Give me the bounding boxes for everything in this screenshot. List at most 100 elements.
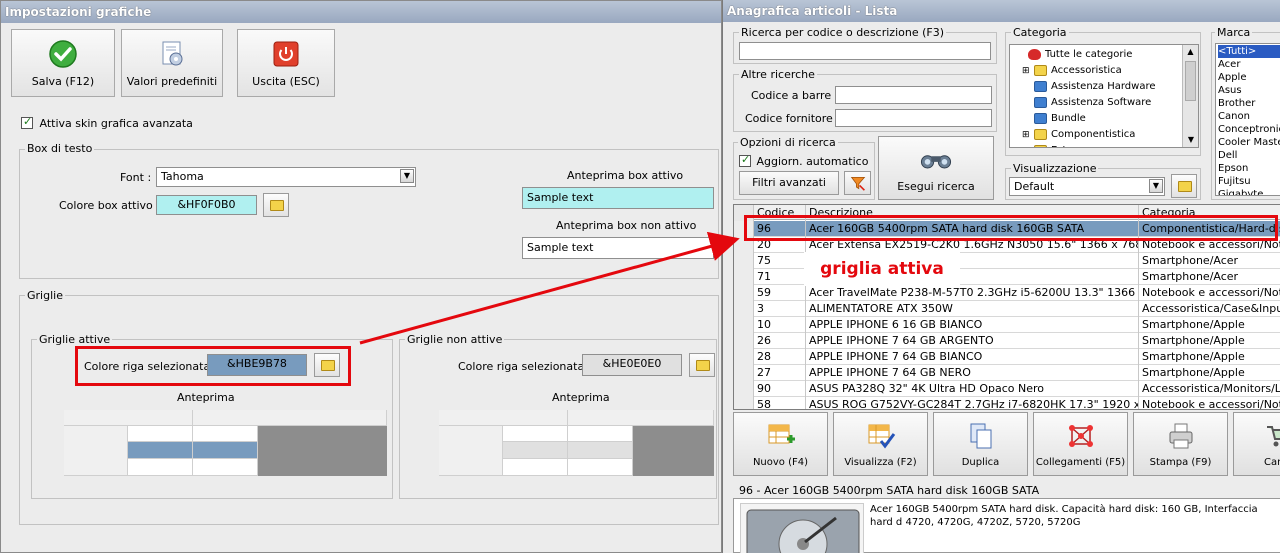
expander-icon[interactable]: ⊞ <box>1022 143 1032 147</box>
font-select[interactable]: Tahoma ▼ <box>156 167 416 187</box>
skin-checkbox[interactable] <box>21 115 33 129</box>
print-button-label: Stampa (F9) <box>1149 457 1212 468</box>
auto-update-checkbox[interactable] <box>739 153 751 167</box>
inactive-grid-color-picker-button[interactable] <box>689 353 715 377</box>
cell-code: 71 <box>754 269 806 285</box>
cell-category: Notebook e accessori/Notebo <box>1139 285 1280 301</box>
brand-item[interactable]: Conceptronic <box>1218 123 1280 136</box>
active-color-picker-button[interactable] <box>263 193 289 217</box>
brand-item[interactable]: Acer <box>1218 58 1280 71</box>
row-indicator[interactable] <box>734 253 754 269</box>
row-indicator[interactable] <box>734 285 754 301</box>
search-input[interactable] <box>739 42 991 60</box>
brand-item[interactable]: Epson <box>1218 162 1280 175</box>
filter-clear-button[interactable] <box>844 171 871 195</box>
active-color-label: Colore box attivo : <box>59 199 160 212</box>
cell-description: APPLE IPHONE 7 64 GB NERO <box>806 365 1139 381</box>
category-item[interactable]: Assistenza Hardware <box>1012 79 1182 95</box>
table-row[interactable]: 28 APPLE IPHONE 7 64 GB BIANCO Smartphone/… <box>734 349 1280 365</box>
chevron-down-icon[interactable]: ▼ <box>400 169 414 183</box>
preview-active-box: Sample text <box>522 187 714 209</box>
view-folder-button[interactable] <box>1171 174 1197 198</box>
expander-icon[interactable]: ⊞ <box>1022 127 1032 143</box>
cancel-button[interactable]: Can <box>1233 412 1280 476</box>
network-icon <box>1068 425 1093 447</box>
view-select-value: Default <box>1014 180 1055 193</box>
category-item[interactable]: Assistenza Software <box>1012 95 1182 111</box>
category-item[interactable]: ⊞ Componentistica <box>1012 127 1182 143</box>
category-item[interactable]: Tutte le categorie <box>1012 47 1182 63</box>
table-row[interactable]: 27 APPLE IPHONE 7 64 GB NERO Smartphone/Ap… <box>734 365 1280 381</box>
category-item[interactable]: ⊞ Accessoristica <box>1012 63 1182 79</box>
new-button-label: Nuovo (F4) <box>752 457 809 468</box>
view-button[interactable]: Visualizza (F2) <box>833 412 928 476</box>
new-button[interactable]: Nuovo (F4) <box>733 412 828 476</box>
category-scroll-thumb[interactable] <box>1185 61 1196 101</box>
brand-item[interactable]: Apple <box>1218 71 1280 84</box>
brand-item[interactable]: Cooler Master <box>1218 136 1280 149</box>
brand-item[interactable]: <Tutti> <box>1218 45 1280 58</box>
scroll-down-icon[interactable]: ▼ <box>1183 133 1198 147</box>
row-indicator[interactable] <box>734 381 754 397</box>
print-button[interactable]: Stampa (F9) <box>1133 412 1228 476</box>
category-item-label: Assistenza Software <box>1051 97 1152 108</box>
brand-list[interactable]: <Tutti> Acer Apple Asus Brother Canon Conceptr… <box>1215 43 1280 196</box>
defaults-button-label: Valori predefiniti <box>126 75 218 88</box>
brand-item[interactable]: Brother <box>1218 97 1280 110</box>
brand-item[interactable]: Dell <box>1218 149 1280 162</box>
table-row[interactable]: 3 ALIMENTATORE ATX 350W Accessoristica/Cas… <box>734 301 1280 317</box>
links-button[interactable]: Collegamenti (F5) <box>1033 412 1128 476</box>
view-select[interactable]: Default ▼ <box>1009 177 1165 196</box>
cell-code: 58 <box>754 397 806 409</box>
chevron-down-icon[interactable]: ▼ <box>1149 179 1163 193</box>
articles-window-title: Anagrafica articoli - Lista <box>723 0 1280 22</box>
category-item[interactable]: Bundle <box>1012 111 1182 127</box>
brand-item[interactable]: Canon <box>1218 110 1280 123</box>
row-indicator[interactable] <box>734 365 754 381</box>
cell-description: APPLE IPHONE 7 64 GB BIANCO <box>806 349 1139 365</box>
duplicate-button[interactable]: Duplica <box>933 412 1028 476</box>
cell-code: 3 <box>754 301 806 317</box>
table-row[interactable]: 59 Acer TravelMate P238-M-57T0 2.3GHz i5-… <box>734 285 1280 301</box>
run-search-button[interactable]: Esegui ricerca <box>878 136 994 200</box>
row-indicator[interactable] <box>734 349 754 365</box>
row-indicator[interactable] <box>734 333 754 349</box>
inactive-preview-label: Anteprima <box>552 391 610 404</box>
supplier-code-input[interactable] <box>835 109 992 127</box>
inactive-grid-color-field[interactable]: &HE0E0E0 <box>582 354 682 376</box>
table-row[interactable]: 26 APPLE IPHONE 7 64 GB ARGENTO Smartphone… <box>734 333 1280 349</box>
skin-checkbox-row[interactable]: Attiva skin grafica avanzata <box>21 115 193 130</box>
auto-update-row[interactable]: Aggiorn. automatico <box>739 153 868 168</box>
save-button[interactable]: Salva (F12) <box>11 29 115 97</box>
row-indicator[interactable] <box>734 317 754 333</box>
row-indicator[interactable] <box>734 397 754 409</box>
brand-item[interactable]: Asus <box>1218 84 1280 97</box>
table-row[interactable]: 90 ASUS PA328Q 32" 4K Ultra HD Opaco Nero… <box>734 381 1280 397</box>
defaults-button[interactable]: Valori predefiniti <box>121 29 223 97</box>
cart-icon <box>1267 426 1280 447</box>
table-row[interactable]: 58 ASUS ROG G752VY-GC284T 2.7GHz i7-6820H… <box>734 397 1280 409</box>
table-add-icon <box>768 424 795 444</box>
table-row[interactable]: 10 APPLE IPHONE 6 16 GB BIANCO Smartphone/… <box>734 317 1280 333</box>
font-label: Font : <box>120 171 152 184</box>
cell-code: 27 <box>754 365 806 381</box>
brand-item[interactable]: Fujitsu <box>1218 175 1280 188</box>
inactive-grid-color-label: Colore riga selezionata : <box>458 360 592 373</box>
category-tree[interactable]: Tutte le categorie ⊞ Accessoristica Assiste… <box>1009 44 1199 148</box>
row-indicator[interactable] <box>734 301 754 317</box>
cell-description: ASUS ROG G752VY-GC284T 2.7GHz i7-6820HK … <box>806 397 1139 409</box>
active-grids-title: Griglie attive <box>37 333 113 346</box>
active-color-field[interactable]: &HF0F0B0 <box>156 195 257 215</box>
category-item[interactable]: ⊞ Estensore <box>1012 143 1182 147</box>
exit-button[interactable]: Uscita (ESC) <box>237 29 335 97</box>
annotation-box-right <box>744 215 1278 241</box>
category-item-label: Accessoristica <box>1051 65 1122 76</box>
category-scrollbar[interactable]: ▲ ▼ <box>1182 45 1198 147</box>
expander-icon[interactable]: ⊞ <box>1022 63 1032 79</box>
cell-code: 90 <box>754 381 806 397</box>
row-indicator[interactable] <box>734 269 754 285</box>
brand-item[interactable]: Gigabyte <box>1218 188 1280 195</box>
barcode-input[interactable] <box>835 86 992 104</box>
scroll-up-icon[interactable]: ▲ <box>1183 45 1198 59</box>
advanced-filters-button[interactable]: Filtri avanzati <box>739 171 839 195</box>
